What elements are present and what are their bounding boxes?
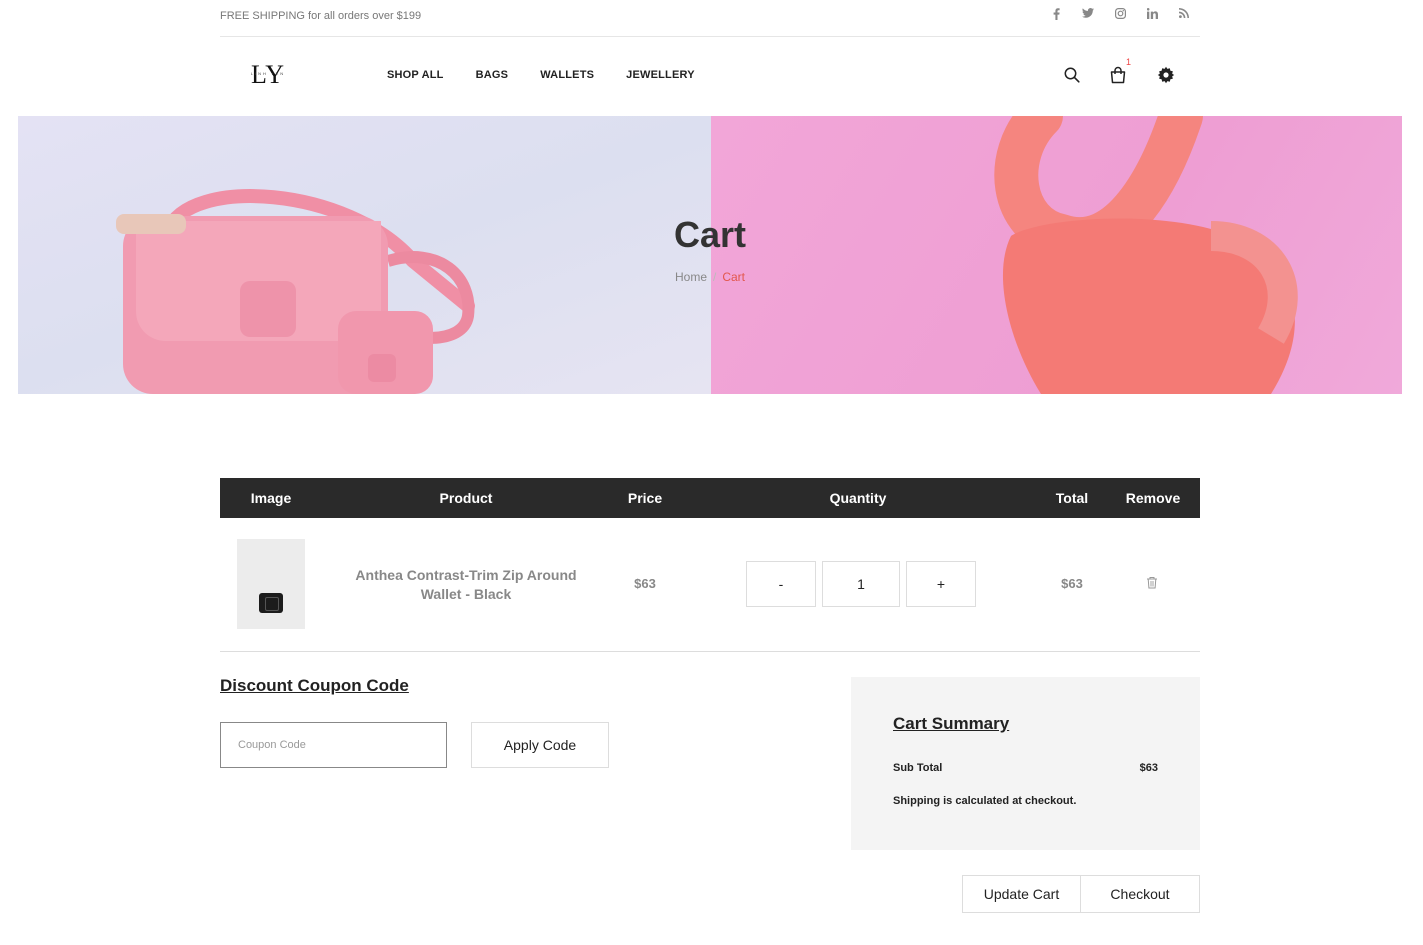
trash-icon[interactable] xyxy=(1146,576,1160,590)
nav-bags[interactable]: BAGS xyxy=(476,69,509,81)
breadcrumb-separator: / xyxy=(713,270,717,284)
instagram-icon[interactable] xyxy=(1104,8,1136,23)
page-banner: Cart Home / Cart xyxy=(18,116,1402,394)
gear-icon[interactable] xyxy=(1154,63,1178,87)
header-total: Total xyxy=(1055,490,1089,506)
linkedin-icon[interactable] xyxy=(1136,8,1168,23)
wallet-image xyxy=(259,593,283,613)
breadcrumb: Home / Cart xyxy=(18,270,1402,284)
update-cart-button[interactable]: Update Cart xyxy=(962,875,1081,913)
cart-summary: Cart Summary Sub Total $63 Shipping is c… xyxy=(851,677,1200,850)
cart-table: Image Product Price Quantity Total Remov… xyxy=(220,478,1200,652)
header-product: Product xyxy=(439,490,493,506)
twitter-icon[interactable] xyxy=(1072,8,1104,23)
nav-jewellery[interactable]: JEWELLERY xyxy=(626,69,695,81)
header-quantity: Quantity xyxy=(829,490,887,506)
apply-code-button[interactable]: Apply Code xyxy=(471,722,609,768)
subtotal-row: Sub Total $63 xyxy=(893,762,1158,774)
nav-wallets[interactable]: WALLETS xyxy=(540,69,594,81)
product-name[interactable]: Anthea Contrast-Trim Zip Around Wallet -… xyxy=(336,566,596,604)
table-row: Anthea Contrast-Trim Zip Around Wallet -… xyxy=(220,518,1200,652)
coupon-code-input[interactable] xyxy=(220,722,447,768)
checkout-button[interactable]: Checkout xyxy=(1081,875,1200,913)
cart-count-badge: 1 xyxy=(1126,57,1132,67)
subtotal-value: $63 xyxy=(1139,762,1158,774)
breadcrumb-current: Cart xyxy=(722,270,746,284)
quantity-decrease-button[interactable]: - xyxy=(746,561,816,607)
site-logo[interactable]: LY LINH YEN xyxy=(238,61,298,93)
quantity-increase-button[interactable]: + xyxy=(906,561,976,607)
header-price: Price xyxy=(627,490,663,506)
facebook-icon[interactable] xyxy=(1040,8,1072,23)
summary-title: Cart Summary xyxy=(893,714,1010,733)
product-price: $63 xyxy=(634,576,656,591)
search-icon[interactable] xyxy=(1060,63,1084,87)
logo-subtitle: LINH YEN xyxy=(250,71,286,76)
shipping-notice: FREE SHIPPING for all orders over $199 xyxy=(220,10,422,22)
line-total: $63 xyxy=(1061,576,1083,591)
cart-icon[interactable]: 1 xyxy=(1106,57,1131,87)
header-image: Image xyxy=(250,490,292,506)
main-nav: SHOP ALL BAGS WALLETS JEWELLERY xyxy=(387,69,695,81)
cart-table-header: Image Product Price Quantity Total Remov… xyxy=(220,478,1200,518)
quantity-input[interactable]: 1 xyxy=(822,561,900,607)
cart-actions: Update Cart Checkout xyxy=(962,875,1200,913)
breadcrumb-home[interactable]: Home xyxy=(675,270,707,284)
page-title: Cart xyxy=(673,214,747,255)
header-remove: Remove xyxy=(1125,490,1181,506)
subtotal-label: Sub Total xyxy=(893,762,943,774)
product-thumbnail[interactable] xyxy=(237,539,305,629)
header-actions: 1 xyxy=(1060,57,1200,93)
site-header: LY LINH YEN SHOP ALL BAGS WALLETS JEWELL… xyxy=(220,37,1200,116)
nav-shop-all[interactable]: SHOP ALL xyxy=(387,69,444,81)
shipping-note: Shipping is calculated at checkout. xyxy=(893,795,1077,807)
coupon-title: Discount Coupon Code xyxy=(220,676,409,695)
rss-icon[interactable] xyxy=(1168,8,1200,23)
quantity-stepper: - 1 + xyxy=(746,561,976,607)
top-bar: FREE SHIPPING for all orders over $199 xyxy=(220,0,1200,37)
social-links xyxy=(1040,8,1200,23)
